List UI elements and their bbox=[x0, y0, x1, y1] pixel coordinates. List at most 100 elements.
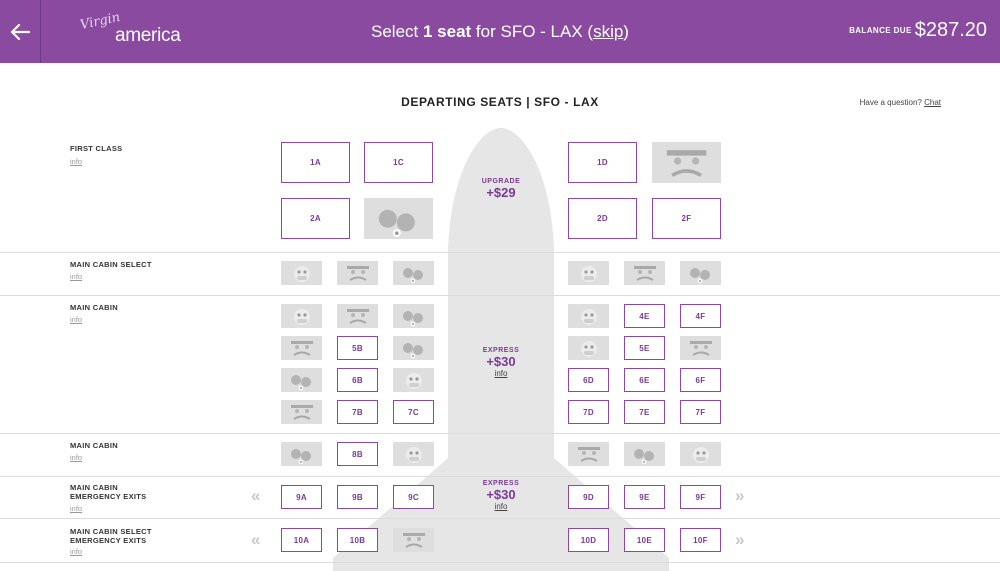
seat-taken-icon bbox=[402, 533, 425, 548]
seat-7c-available[interactable]: 7C bbox=[393, 400, 434, 424]
double-chevron-right-icon[interactable]: » bbox=[735, 530, 744, 550]
seat-7b-available[interactable]: 7B bbox=[337, 400, 378, 424]
seat-10b-available[interactable]: 10B bbox=[337, 528, 378, 552]
row-info-link[interactable]: info bbox=[70, 453, 82, 462]
seat-7e-available[interactable]: 7E bbox=[624, 400, 665, 424]
seat-9d-available[interactable]: 9D bbox=[568, 485, 609, 509]
row-label-main-cabin-select: MAIN CABIN SELECT bbox=[70, 260, 152, 269]
seat-taken-icon bbox=[689, 268, 710, 284]
seat-8c-taken bbox=[393, 442, 434, 466]
seat-8e-taken bbox=[624, 442, 665, 466]
arrow-left-icon bbox=[10, 23, 30, 40]
seat-5d-taken bbox=[568, 336, 609, 360]
double-chevron-left-icon[interactable]: « bbox=[251, 486, 260, 506]
row-info-link[interactable]: info bbox=[70, 547, 82, 556]
seat-7f-available[interactable]: 7F bbox=[680, 400, 721, 424]
virgin-america-logo[interactable]: Virgin america bbox=[79, 10, 181, 50]
seat-10a-available[interactable]: 10A bbox=[281, 528, 322, 552]
logo-word: america bbox=[115, 25, 181, 46]
seat-6b-available[interactable]: 6B bbox=[337, 368, 378, 392]
seat-taken-icon bbox=[402, 311, 423, 327]
seat-6d-available[interactable]: 6D bbox=[568, 368, 609, 392]
title-seat-count: 1 seat bbox=[423, 22, 472, 41]
seat-5e-available[interactable]: 5E bbox=[624, 336, 665, 360]
upsell-price: +$30 bbox=[486, 487, 516, 502]
seat-4a-taken bbox=[281, 304, 322, 328]
seat-1c-available[interactable]: 1C bbox=[364, 142, 433, 183]
seat-3c-taken bbox=[393, 261, 434, 285]
seat-taken-icon bbox=[290, 405, 313, 420]
seat-8f-taken bbox=[680, 442, 721, 466]
balance-amount: $287.20 bbox=[914, 19, 987, 41]
balance-due: BALANCE DUE $287.20 bbox=[849, 19, 987, 42]
skip-link[interactable]: skip bbox=[593, 22, 623, 41]
seat-9c-available[interactable]: 9C bbox=[393, 485, 434, 509]
seat-10c-taken bbox=[393, 528, 434, 552]
seat-taken-icon bbox=[378, 209, 415, 237]
seat-9e-available[interactable]: 9E bbox=[624, 485, 665, 509]
row-info-link[interactable]: info bbox=[70, 272, 82, 281]
row-label-main-cabin: MAIN CABIN bbox=[70, 303, 118, 312]
seat-10d-available[interactable]: 10D bbox=[568, 528, 609, 552]
seat-8a-taken bbox=[281, 442, 322, 466]
seat-2c-taken bbox=[364, 198, 433, 239]
upgrade-upsell[interactable]: UPGRADE +$29 bbox=[452, 178, 550, 200]
seat-taken-icon bbox=[290, 449, 311, 465]
seat-6f-available[interactable]: 6F bbox=[680, 368, 721, 392]
seat-9a-available[interactable]: 9A bbox=[281, 485, 322, 509]
seat-2a-available[interactable]: 2A bbox=[281, 198, 350, 239]
upsell-price: +$29 bbox=[486, 185, 516, 200]
double-chevron-right-icon[interactable]: » bbox=[735, 486, 744, 506]
upsell-caption: EXPRESS bbox=[482, 480, 520, 487]
seat-1a-available[interactable]: 1A bbox=[281, 142, 350, 183]
express-upsell[interactable]: EXPRESS +$30 info bbox=[452, 347, 550, 378]
seat-taken-icon bbox=[293, 266, 310, 282]
seat-taken-icon bbox=[293, 309, 310, 325]
double-chevron-left-icon[interactable]: « bbox=[251, 530, 260, 550]
seat-7d-available[interactable]: 7D bbox=[568, 400, 609, 424]
seat-5a-taken bbox=[281, 336, 322, 360]
seat-3d-taken bbox=[568, 261, 609, 285]
seat-taken-icon bbox=[290, 341, 313, 356]
back-button[interactable] bbox=[0, 0, 41, 63]
upsell-price: +$30 bbox=[486, 354, 516, 369]
seat-1d-available[interactable]: 1D bbox=[568, 142, 637, 183]
seat-4e-available[interactable]: 4E bbox=[624, 304, 665, 328]
seat-10e-available[interactable]: 10E bbox=[624, 528, 665, 552]
seat-9f-available[interactable]: 9F bbox=[680, 485, 721, 509]
row-divider bbox=[0, 433, 1000, 434]
upsell-info-link[interactable]: info bbox=[452, 369, 550, 378]
seat-taken-icon bbox=[346, 309, 369, 324]
seat-4f-available[interactable]: 4F bbox=[680, 304, 721, 328]
seat-taken-icon bbox=[666, 149, 707, 177]
seat-taken-icon bbox=[402, 268, 423, 284]
row-label-main-cabin-select-emergency-exits: MAIN CABIN SELECT EMERGENCY EXITS bbox=[70, 527, 152, 545]
seat-taken-icon bbox=[577, 447, 600, 462]
upsell-caption: UPGRADE bbox=[481, 178, 521, 185]
row-info-link[interactable]: info bbox=[70, 315, 82, 324]
top-bar: Virgin america Select 1 seat for SFO - L… bbox=[0, 0, 1000, 63]
seat-taken-icon bbox=[290, 375, 311, 391]
seat-2d-available[interactable]: 2D bbox=[568, 198, 637, 239]
seat-5b-available[interactable]: 5B bbox=[337, 336, 378, 360]
row-info-link[interactable]: info bbox=[70, 157, 82, 166]
express-upsell[interactable]: EXPRESS +$30 info bbox=[452, 480, 550, 511]
upsell-info-link[interactable]: info bbox=[452, 502, 550, 511]
seat-10f-available[interactable]: 10F bbox=[680, 528, 721, 552]
seat-7a-taken bbox=[281, 400, 322, 424]
seat-9b-available[interactable]: 9B bbox=[337, 485, 378, 509]
seat-taken-icon bbox=[346, 266, 369, 281]
chat-link[interactable]: Chat bbox=[924, 98, 941, 107]
title-route: for SFO - LAX ( bbox=[471, 22, 594, 41]
row-info-link[interactable]: info bbox=[70, 504, 82, 513]
seat-1f-taken bbox=[652, 142, 721, 183]
seat-8b-available[interactable]: 8B bbox=[337, 442, 378, 466]
row-divider bbox=[0, 562, 1000, 563]
seat-taken-icon bbox=[689, 341, 712, 356]
seat-6e-available[interactable]: 6E bbox=[624, 368, 665, 392]
seat-taken-icon bbox=[580, 266, 597, 282]
title-prefix: Select bbox=[371, 22, 423, 41]
seat-3b-taken bbox=[337, 261, 378, 285]
seat-4b-taken bbox=[337, 304, 378, 328]
seat-2f-available[interactable]: 2F bbox=[652, 198, 721, 239]
